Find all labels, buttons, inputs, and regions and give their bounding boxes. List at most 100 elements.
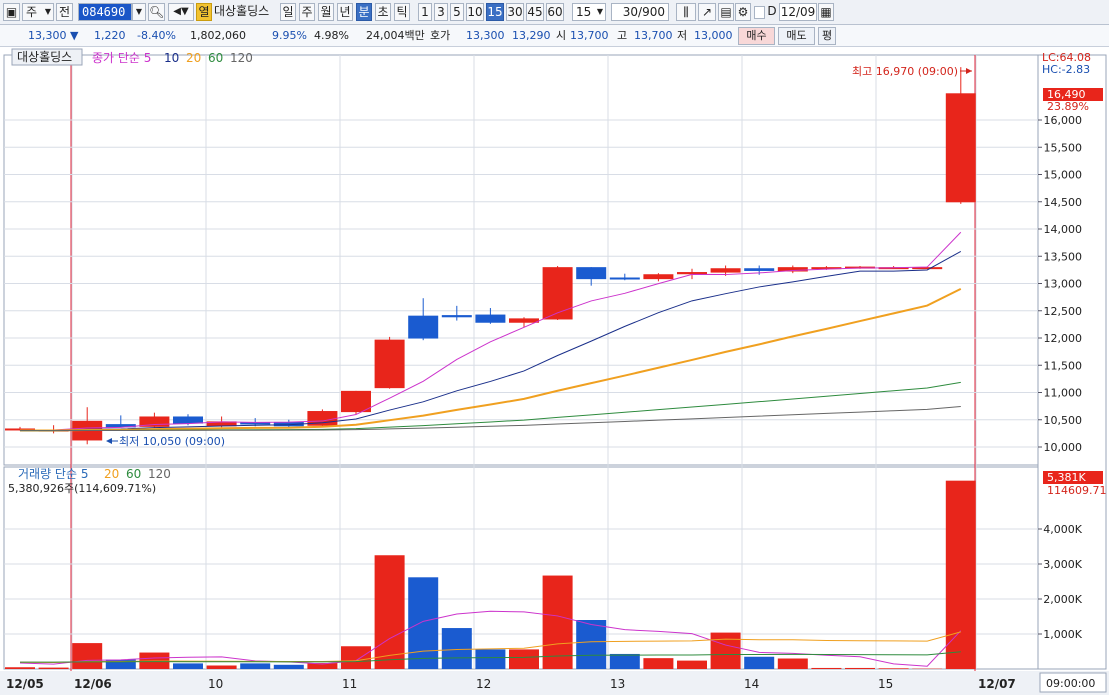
d-checkbox[interactable] — [754, 6, 765, 19]
high-label: 고 — [617, 29, 628, 42]
calendar-icon[interactable]: ▦ — [818, 3, 834, 21]
prev-button[interactable]: 전 — [56, 3, 73, 21]
period-button-1[interactable]: 주 — [299, 3, 315, 21]
candle-body — [945, 93, 976, 203]
gear-icon[interactable]: ⚙ — [735, 3, 751, 21]
volume-bar — [878, 668, 909, 669]
interval-button-3[interactable]: 3 — [434, 3, 448, 21]
current-volume-pct-label: 114609.71 — [1047, 484, 1107, 497]
candle-body — [475, 314, 506, 323]
volume-legend-item: 120 — [148, 467, 171, 481]
bid-quote: 13,290 — [512, 29, 551, 42]
date-input[interactable]: 12/09 — [779, 3, 817, 21]
price-legend-item: 종가 단순 5 — [92, 51, 151, 65]
save-icon[interactable]: ▤ — [718, 3, 734, 21]
stock-code-input[interactable]: 084690 — [78, 3, 132, 21]
price-tick-label: 15,500 — [1044, 141, 1083, 154]
interval-button-1[interactable]: 1 — [418, 3, 432, 21]
price-tick-label: 12,000 — [1044, 332, 1083, 345]
market-select[interactable]: 주 ▼ — [22, 3, 54, 21]
candle-body — [643, 274, 674, 280]
volume-bar — [509, 649, 539, 669]
volume-summary: 5,380,926주(114,609.71%) — [8, 482, 156, 495]
volume-bar — [744, 656, 775, 669]
candle-body — [173, 416, 203, 424]
quote-bar: 13,300 ▼ 1,220 -8.40% 1,802,060 9.95% 4.… — [0, 25, 1109, 47]
chevron-down-icon: ▼ — [596, 7, 603, 16]
volume-bar — [240, 663, 271, 669]
price-tick-label: 15,000 — [1044, 169, 1083, 182]
layout-icon[interactable]: ▣ — [3, 3, 20, 21]
volume-bar — [576, 620, 607, 669]
hc-label: HC:-2.83 — [1042, 63, 1090, 76]
volume-bar — [811, 667, 842, 669]
interval-button-10[interactable]: 10 — [466, 3, 484, 21]
volume-tick-label: 3,000K — [1043, 558, 1082, 571]
volume-bar — [206, 665, 237, 669]
sell-button[interactable]: 매도 — [778, 27, 815, 45]
current-pct-label: 23.89% — [1047, 100, 1089, 113]
high-annotation: 최고 16,970 (09:00) — [852, 65, 958, 78]
period-button-2[interactable]: 월 — [318, 3, 334, 21]
x-axis-label: 12 — [476, 677, 491, 691]
interval-button-15[interactable]: 15 — [486, 3, 504, 21]
volume-bar — [475, 649, 506, 669]
x-axis-label: 15 — [878, 677, 893, 691]
period-button-6[interactable]: 틱 — [394, 3, 410, 21]
volume-bar — [273, 664, 304, 669]
x-axis-label: 13 — [610, 677, 625, 691]
open-button[interactable]: 열 — [196, 3, 212, 21]
interval-button-30[interactable]: 30 — [506, 3, 524, 21]
code-dropdown-icon[interactable]: ▼ — [132, 3, 146, 21]
x-axis-label: 10 — [208, 677, 223, 691]
candle-body — [441, 315, 472, 318]
volume-bar — [542, 575, 573, 669]
price-tick-label: 10,000 — [1044, 441, 1083, 454]
price-tick-label: 13,500 — [1044, 250, 1083, 263]
interval-select[interactable]: 15 ▼ — [572, 3, 606, 21]
chart-type-icon[interactable]: ⫼ — [676, 3, 696, 21]
time-label: 09:00:00 — [1046, 677, 1095, 690]
price-legend-item: 120 — [230, 51, 253, 65]
period-button-0[interactable]: 일 — [280, 3, 296, 21]
volume-bar — [777, 658, 808, 669]
candle-body — [374, 339, 405, 389]
volume-legend-item: 60 — [126, 467, 141, 481]
interval-button-5[interactable]: 5 — [450, 3, 464, 21]
d-label: D — [767, 4, 777, 18]
candle-body — [744, 268, 775, 271]
volume-bar — [609, 653, 640, 669]
draw-tool-icon[interactable]: ↗ — [698, 3, 716, 21]
candle-body — [408, 315, 439, 339]
eval-button[interactable]: 평 — [818, 27, 836, 45]
low-price: 13,000 — [694, 29, 733, 42]
count-input[interactable]: 30/900 — [611, 3, 669, 21]
x-axis-label: 12/05 — [6, 677, 44, 691]
interval-button-45[interactable]: 45 — [526, 3, 544, 21]
buy-button[interactable]: 매수 — [738, 27, 775, 45]
period-button-5[interactable]: 초 — [375, 3, 391, 21]
trade-amount: 24,004백만 — [366, 29, 425, 42]
x-axis-strip — [0, 671, 1109, 695]
candle-body — [609, 277, 640, 280]
x-axis-label: 12/07 — [978, 677, 1016, 691]
current-volume-label: 5,381K — [1047, 471, 1086, 484]
candle-body — [710, 268, 741, 273]
price-tick-label: 11,500 — [1044, 359, 1083, 372]
ratio-2: 4.98% — [314, 29, 349, 42]
price-legend-item: 20 — [186, 51, 201, 65]
period-button-3[interactable]: 년 — [337, 3, 353, 21]
stock-name: 대상홀딩스 — [214, 4, 270, 18]
down-triangle-icon: ▼ — [70, 29, 79, 42]
volume-bar — [5, 667, 35, 669]
period-button-4[interactable]: 분 — [356, 3, 372, 21]
sound-icon[interactable]: ◀▼ — [168, 3, 194, 21]
volume-tick-label: 4,000K — [1043, 523, 1082, 536]
search-icon[interactable]: 🔍︎ — [148, 3, 165, 21]
open-price: 13,700 — [570, 29, 609, 42]
volume-bar — [441, 628, 472, 669]
volume-bar — [374, 555, 405, 669]
price-tick-label: 12,500 — [1044, 305, 1083, 318]
stock-chart[interactable]: 16,000 15,500 15,000 14,500 14,000 13,500 13,0… — [0, 47, 1109, 695]
interval-button-60[interactable]: 60 — [546, 3, 564, 21]
